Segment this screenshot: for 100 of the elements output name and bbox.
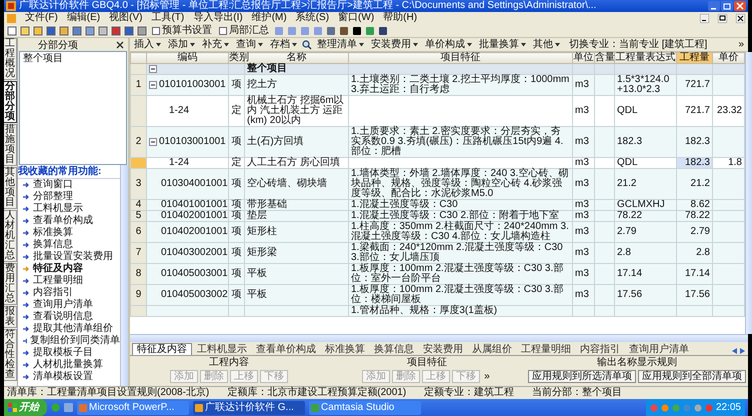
favorite-link[interactable]: 特征及内容 (18, 263, 120, 275)
column-header[interactable]: 单价 (712, 52, 744, 64)
favorite-link[interactable]: 提取其他清单组价 (18, 323, 120, 335)
side-tab[interactable]: 符合性检查 (4, 329, 17, 381)
favorite-link[interactable]: 查询用户清单 (18, 299, 120, 311)
favorite-link[interactable]: 内容指引 (18, 287, 120, 299)
side-tab[interactable]: 分部分项 (4, 81, 17, 123)
scrollbar[interactable] (745, 52, 752, 334)
tab[interactable]: 工程量明细 (517, 344, 575, 355)
arrow-icon (23, 218, 30, 224)
menu-item[interactable]: 系统(S) (296, 12, 330, 24)
toolbar-menu[interactable]: 整理清单 (315, 39, 366, 50)
row-number-cell[interactable] (130, 306, 146, 316)
column-header[interactable]: 项目特征 (348, 52, 572, 64)
toolbar-menu[interactable]: 查询 (234, 39, 265, 50)
toolbar-menu[interactable]: 补充 (200, 39, 231, 50)
row-number-cell[interactable] (130, 158, 146, 168)
taskbar-button[interactable]: Microsoft PowerP... (77, 400, 189, 414)
favorite-link[interactable]: 清单模板设置 (18, 371, 120, 383)
toolbar-button[interactable]: 预算书设置 (150, 25, 214, 36)
favorite-link[interactable]: 标准换算 (18, 227, 120, 239)
tab[interactable]: 内容指引 (576, 344, 624, 355)
tree-toggle-icon[interactable] (149, 138, 157, 146)
column-header[interactable]: 编码 (146, 52, 228, 64)
tab[interactable]: 安装费用 (419, 344, 467, 355)
favorite-link[interactable]: 工程量明细 (18, 275, 120, 287)
close-icon[interactable] (116, 40, 124, 48)
side-tab[interactable]: 费用汇总 (4, 263, 17, 305)
taskbar-button[interactable]: 广联达计价软件 G... (193, 400, 305, 414)
menu-item[interactable]: 编辑(E) (66, 12, 100, 24)
row-number-cell[interactable] (130, 96, 146, 126)
close-icon[interactable] (736, 14, 745, 22)
side-tab[interactable]: 工程概况 (4, 38, 17, 80)
side-tab[interactable]: 人材机汇总 (4, 210, 17, 262)
more-button[interactable]: » (482, 371, 492, 382)
favorite-link[interactable]: 查看单价构成 (18, 215, 120, 227)
toolbar-menu[interactable]: 插入 (132, 39, 163, 50)
menu-item[interactable]: 帮助(H) (383, 12, 418, 24)
scroll-right-icon[interactable] (739, 347, 746, 355)
toolbar-menu[interactable]: 安装费用 (369, 39, 420, 50)
menu-item[interactable]: 工具(T) (151, 12, 184, 24)
side-tab[interactable]: 措施项目 (4, 124, 17, 166)
column-header[interactable]: 工程量 (676, 52, 712, 64)
tab[interactable]: 标准换算 (321, 344, 369, 355)
favorite-link[interactable]: 批量设置安装费用 (18, 251, 120, 263)
toolbar-button[interactable]: 局部汇总 (217, 25, 271, 36)
tab[interactable]: 查看单价构成 (252, 344, 320, 355)
favorite-link[interactable]: 提取模板子目 (18, 347, 120, 359)
favorite-link[interactable]: 工料机显示 (18, 203, 120, 215)
row-number-cell[interactable]: 3 (130, 168, 146, 200)
favorite-link[interactable]: 查询窗口 (18, 179, 120, 191)
row-number-cell[interactable]: 2 (130, 126, 146, 158)
row-number-cell[interactable] (130, 64, 146, 74)
favorite-link[interactable]: 人材机批量换算 (18, 359, 120, 371)
tree-toggle-icon[interactable] (149, 81, 157, 89)
restore-icon[interactable] (718, 14, 727, 22)
tab[interactable]: 特征及内容 (132, 343, 192, 355)
side-tab[interactable]: 其他项目 (4, 167, 17, 209)
column-header[interactable]: 含量 (594, 52, 614, 64)
row-number-cell[interactable]: 4 (130, 200, 146, 210)
menu-item[interactable]: 导入导出(I) (193, 12, 243, 24)
menu-item[interactable]: 窗口(W) (338, 12, 374, 24)
menu-item[interactable]: 文件(F) (25, 12, 58, 24)
taskbar-button[interactable]: Camtasia Studio (309, 400, 421, 414)
tab[interactable]: 换算信息 (370, 344, 418, 355)
toolbar-menu[interactable]: 单价构成 (423, 39, 474, 50)
panel-button[interactable]: 应用规则到所选清单项 (528, 370, 636, 383)
table-cell: 空心砖墙、砌块墙 (247, 178, 327, 189)
side-tab[interactable]: 报表 (4, 306, 17, 328)
favorite-link[interactable]: 复制组价到同类清单 (18, 335, 120, 347)
column-header[interactable]: 单位 (572, 52, 594, 64)
row-number-cell[interactable]: 7 (130, 242, 146, 264)
more-button[interactable]: » (736, 39, 746, 50)
scrollbar[interactable] (120, 165, 128, 386)
toolbar-menu[interactable]: 其他 (531, 39, 562, 50)
row-number-cell[interactable]: 9 (130, 284, 146, 306)
column-header[interactable]: 工程量表达式 (614, 52, 676, 64)
search-icon[interactable] (302, 40, 312, 50)
favorite-link[interactable]: 查看说明信息 (18, 311, 120, 323)
tab[interactable]: 工料机显示 (193, 344, 251, 355)
scroll-left-icon[interactable] (731, 347, 738, 355)
tree-toggle-icon[interactable] (149, 65, 157, 73)
row-number-cell[interactable]: 6 (130, 222, 146, 242)
tab[interactable]: 从属组价 (468, 344, 516, 355)
row-number-cell[interactable]: 8 (130, 264, 146, 284)
windows-logo-icon (8, 403, 17, 412)
favorite-link[interactable]: 分部整理 (18, 191, 120, 203)
tab[interactable]: 查询用户清单 (625, 344, 693, 355)
toolbar-menu[interactable]: 添加 (166, 39, 197, 50)
toolbar-menu[interactable]: 存档 (268, 39, 299, 50)
menu-item[interactable]: 视图(V) (109, 12, 142, 24)
scrollbar[interactable] (130, 334, 748, 342)
panel-button[interactable]: 应用规则到全部清单项 (638, 370, 746, 383)
tree-item[interactable]: 整个项目 (23, 53, 123, 65)
toolbar-menu[interactable]: 批量换算 (477, 39, 528, 50)
favorite-link[interactable]: 换算信息 (18, 239, 120, 251)
minimize-icon[interactable] (700, 14, 709, 22)
menu-item[interactable]: 维护(M) (252, 12, 287, 24)
row-number-cell[interactable]: 1 (130, 74, 146, 96)
row-number-cell[interactable]: 5 (130, 210, 146, 222)
